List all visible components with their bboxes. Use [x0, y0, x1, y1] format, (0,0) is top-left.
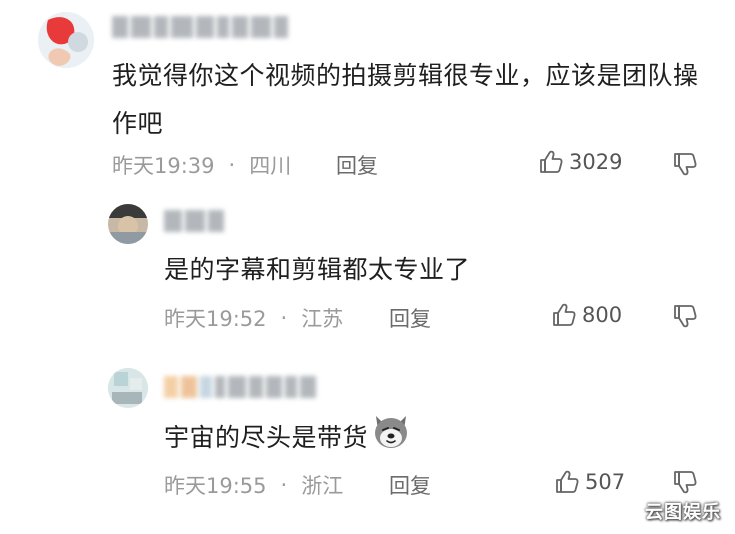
- comment-text-2: 是的字幕和剪辑都太专业了: [164, 255, 471, 284]
- username-blurred-2: [164, 210, 227, 232]
- thumbs-up-icon: [540, 150, 563, 173]
- comment-time: 昨天19:55: [164, 474, 267, 498]
- dog-face-emoji-icon: [370, 410, 412, 468]
- dislike-button-3[interactable]: [671, 468, 701, 502]
- comment-location: 江苏: [301, 307, 344, 331]
- reply-button-3[interactable]: 回复: [389, 470, 431, 500]
- avatar-commenter-1[interactable]: [38, 12, 94, 68]
- like-button-3[interactable]: 507: [553, 468, 625, 496]
- comment-location: 浙江: [301, 474, 344, 498]
- comment-time: 昨天19:39: [112, 154, 215, 178]
- like-button-2[interactable]: 800: [550, 301, 622, 329]
- username-blurred-3: [164, 376, 319, 398]
- thumbs-down-icon: [674, 305, 697, 328]
- dislike-button-1[interactable]: [671, 150, 701, 184]
- reply-button-1[interactable]: 回复: [336, 150, 378, 180]
- like-button-1[interactable]: 3029: [537, 148, 622, 176]
- comment-meta-2: 昨天19:52 · 江苏: [164, 303, 343, 333]
- avatar-image: [108, 368, 148, 408]
- dislike-button-2[interactable]: [671, 302, 701, 336]
- meta-separator: ·: [280, 473, 288, 497]
- comment-text-3: 宇宙的尽头是带货: [164, 410, 684, 468]
- comment-meta-3: 昨天19:55 · 浙江: [164, 470, 343, 500]
- avatar-image: [38, 12, 94, 68]
- avatar-commenter-3[interactable]: [108, 368, 148, 408]
- like-count: 507: [585, 470, 626, 494]
- thumbs-up-icon: [553, 303, 576, 326]
- comment-text-3-content: 宇宙的尽头是带货: [164, 423, 369, 452]
- avatar-image: [108, 204, 148, 244]
- like-count: 3029: [569, 150, 623, 174]
- thumbs-down-icon: [674, 471, 697, 494]
- comment-text-1: 我觉得你这个视频的拍摄剪辑很专业，应该是团队操作吧: [112, 61, 699, 138]
- like-count: 800: [582, 303, 623, 327]
- meta-separator: ·: [228, 153, 236, 177]
- username-blurred-1: [112, 16, 291, 38]
- comment-location: 四川: [249, 154, 292, 178]
- comment-time: 昨天19:52: [164, 307, 267, 331]
- comment-meta-1: 昨天19:39 · 四川: [112, 150, 291, 180]
- thumbs-up-icon: [556, 470, 579, 493]
- thumbs-down-icon: [674, 153, 697, 176]
- reply-button-2[interactable]: 回复: [389, 303, 431, 333]
- avatar-commenter-2[interactable]: [108, 204, 148, 244]
- meta-separator: ·: [280, 306, 288, 330]
- watermark-text: 云图娱乐: [645, 502, 721, 523]
